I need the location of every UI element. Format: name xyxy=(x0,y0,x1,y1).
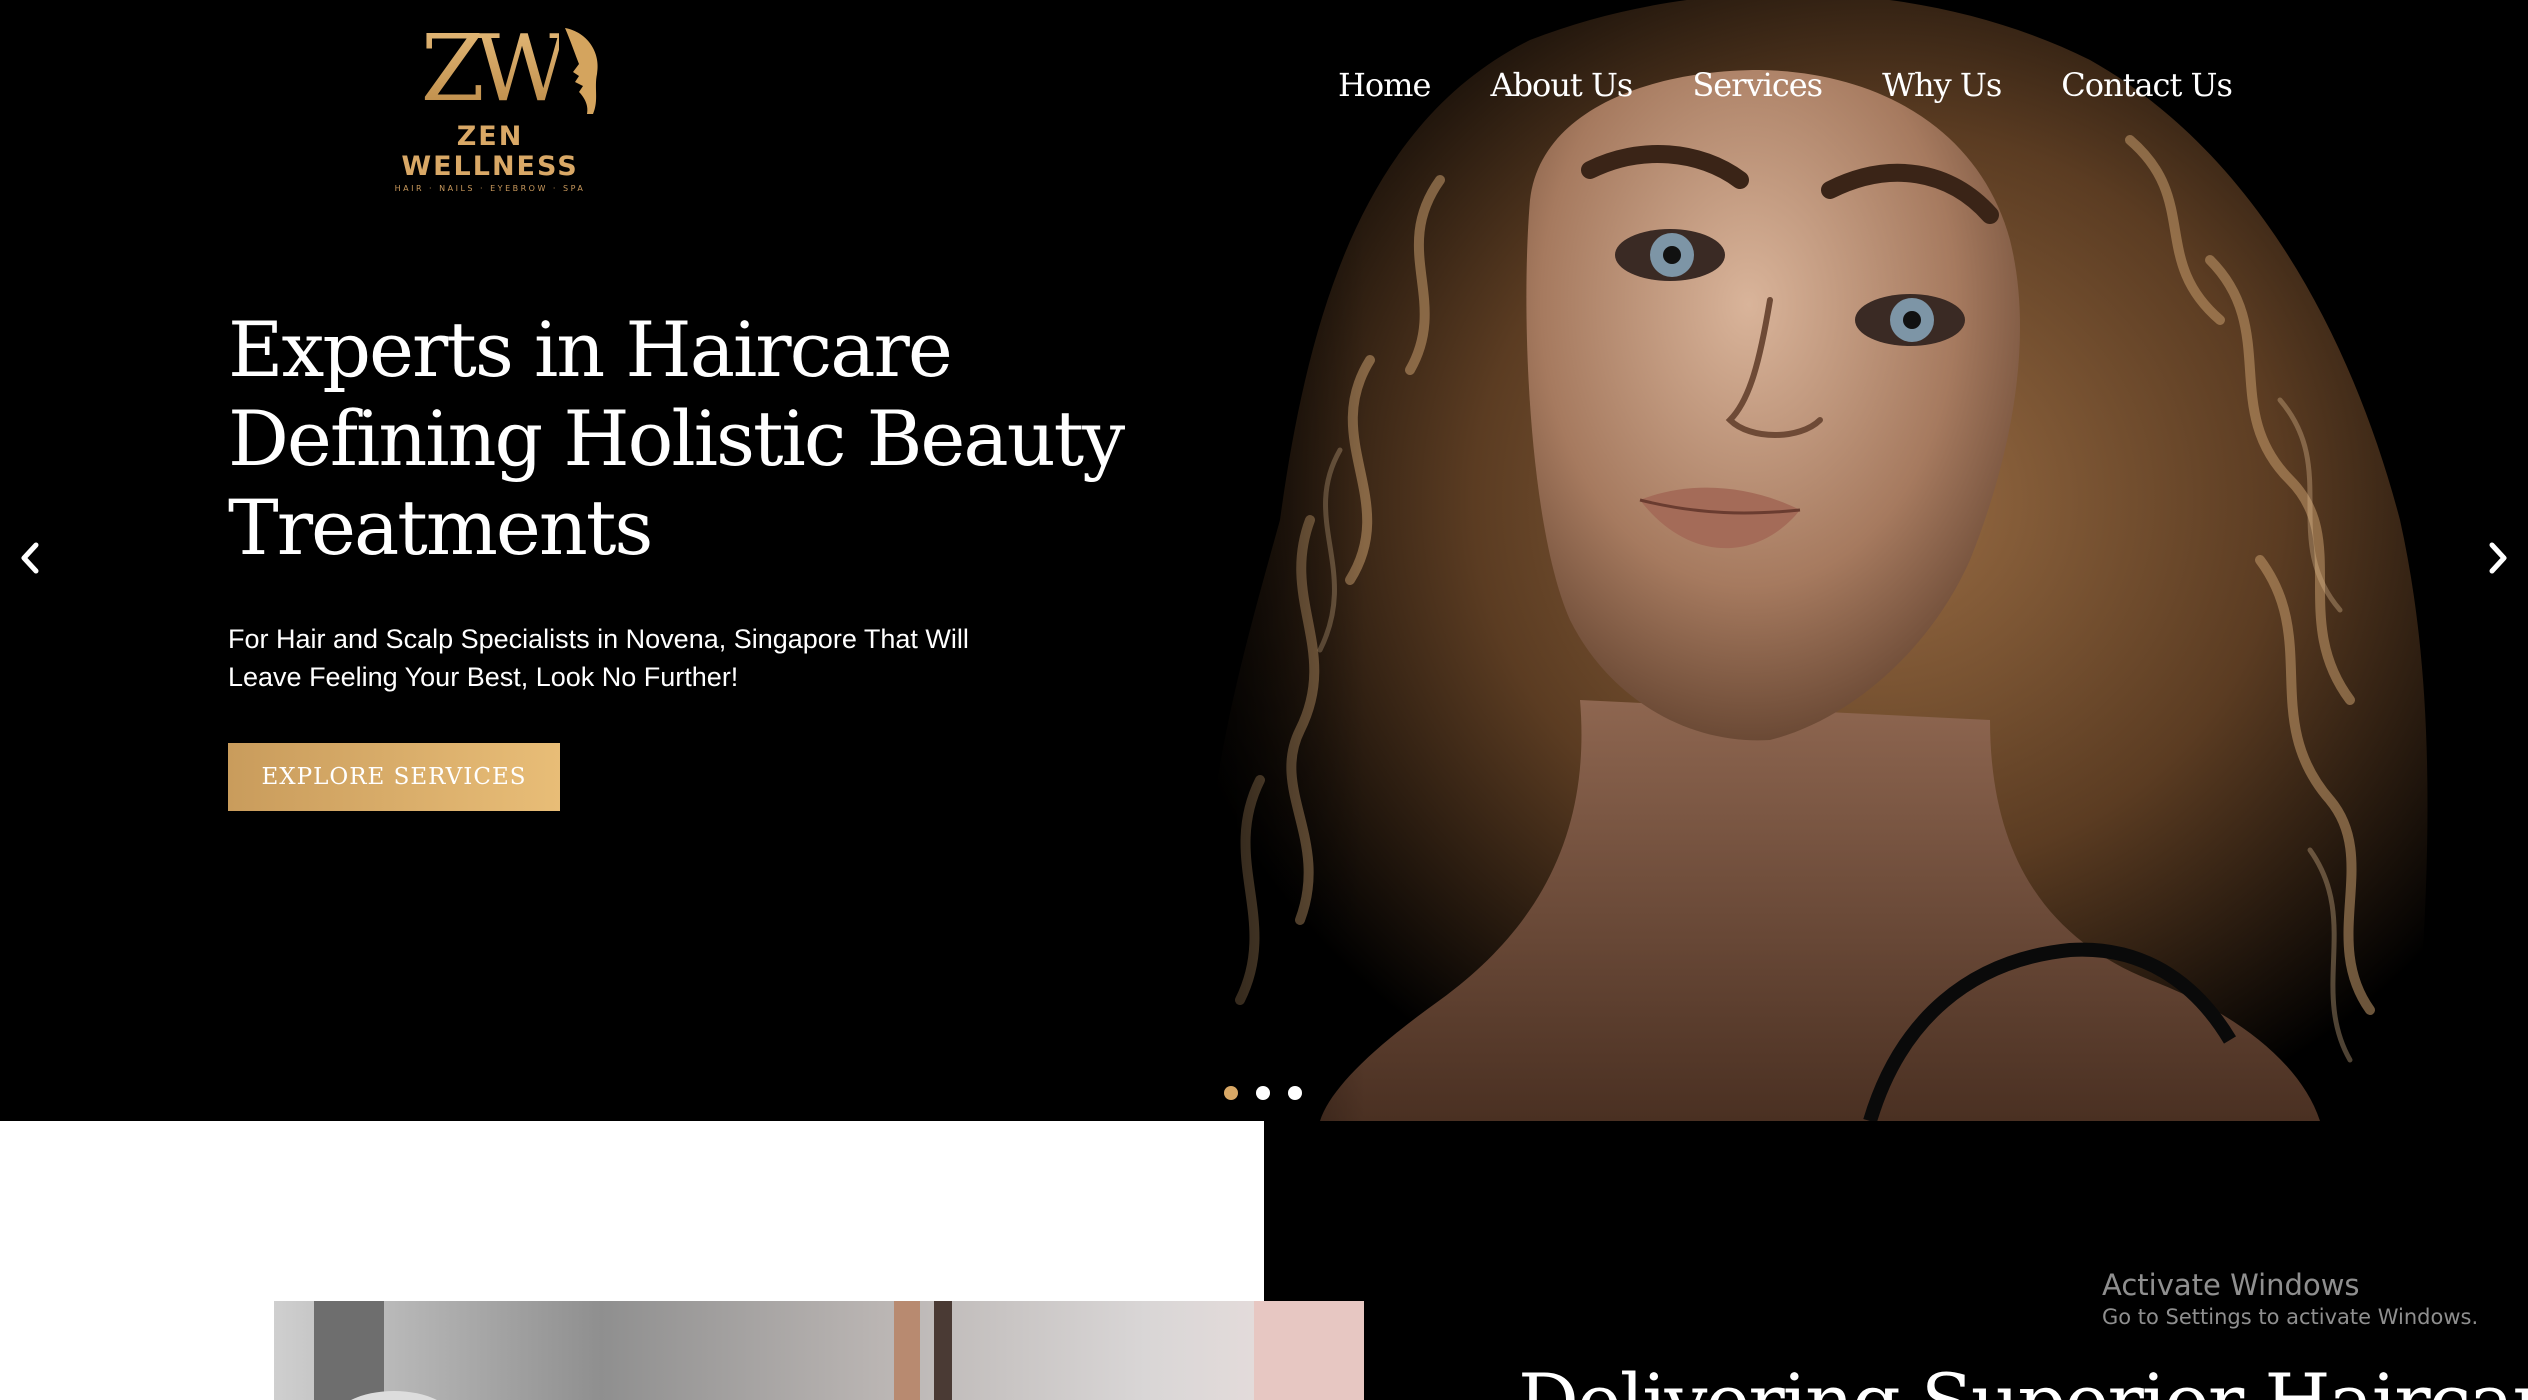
about-section: Delivering Superior Haircare Activate Wi… xyxy=(0,1121,2528,1400)
nav-home[interactable]: Home xyxy=(1338,66,1431,104)
hero-headline-line-1: Experts in Haircare xyxy=(228,305,953,394)
slider-prev-button[interactable] xyxy=(10,538,50,578)
windows-activation-watermark: Activate Windows Go to Settings to activ… xyxy=(2102,1267,2478,1331)
activation-title: Activate Windows xyxy=(2102,1268,2360,1302)
nav-contact-us[interactable]: Contact Us xyxy=(2061,66,2233,104)
activation-subtitle: Go to Settings to activate Windows. xyxy=(2102,1305,2479,1329)
section-heading: Delivering Superior Haircare xyxy=(1518,1357,2528,1400)
logo-tagline: HAIR · NAILS · EYEBROW · SPA xyxy=(394,184,586,193)
slider-dot-3[interactable] xyxy=(1288,1086,1302,1100)
nav-about-us[interactable]: About Us xyxy=(1490,66,1633,104)
explore-services-button[interactable]: EXPLORE SERVICES xyxy=(228,743,560,811)
chevron-right-icon xyxy=(2489,542,2507,574)
logo-wordmark: ZEN WELLNESS xyxy=(401,121,579,182)
slider-dot-2[interactable] xyxy=(1256,1086,1270,1100)
salon-feature-image xyxy=(274,1301,1364,1400)
slider-next-button[interactable] xyxy=(2478,538,2518,578)
hero-headline-line-3: Treatments xyxy=(228,483,653,572)
hero-model-photo xyxy=(1110,0,2528,1121)
hero-subheadline: For Hair and Scalp Specialists in Novena… xyxy=(228,624,969,692)
chevron-left-icon xyxy=(21,542,39,574)
main-navigation: Home About Us Services Why Us Contact Us xyxy=(1338,66,2233,104)
logo-monogram: ZW xyxy=(421,20,598,118)
woman-profile-icon xyxy=(565,28,598,114)
hero-headline: Experts in Haircare Defining Holistic Be… xyxy=(228,305,1128,572)
slider-pagination xyxy=(1224,1086,1302,1100)
site-logo[interactable]: ZW ZEN WELLNESS HAIR · NAILS · EYEBROW ·… xyxy=(370,20,610,193)
hero-headline-line-2: Defining Holistic Beauty xyxy=(228,394,1125,483)
nav-services[interactable]: Services xyxy=(1692,66,1823,104)
nav-why-us[interactable]: Why Us xyxy=(1882,66,2002,104)
slider-dot-1[interactable] xyxy=(1224,1086,1238,1100)
hero-slider: ZW ZEN WELLNESS HAIR · NAILS · EYEBROW ·… xyxy=(0,0,2528,1121)
